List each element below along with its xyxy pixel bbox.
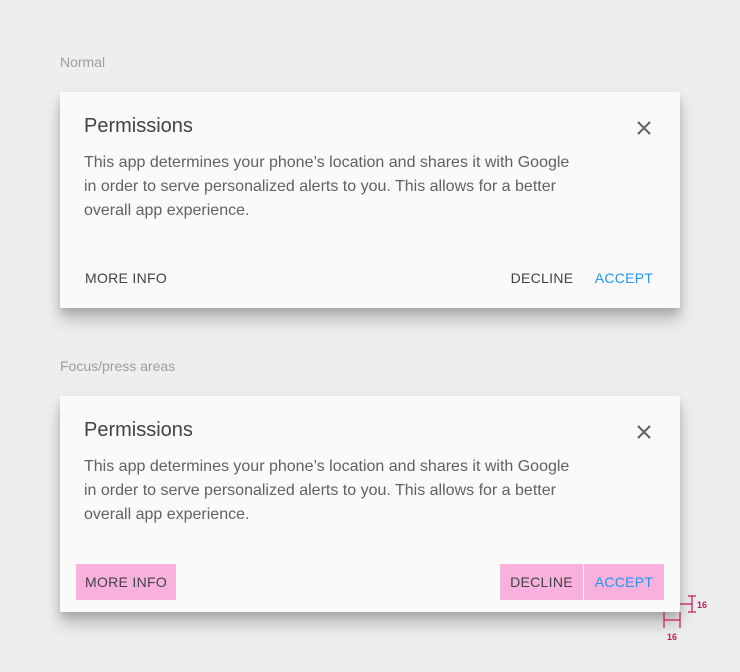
permissions-dialog-focus: Permissions This app determines your pho… [60,396,680,612]
decline-button-focus-area[interactable]: DECLINE [500,564,584,600]
close-button[interactable] [630,114,658,142]
dialog-title: Permissions [84,419,193,441]
dialog-body-text: This app determines your phone’s locatio… [84,154,570,219]
dialog-body-text: This app determines your phone’s locatio… [84,458,570,523]
more-info-button-focus-area[interactable]: MORE INFO [76,564,176,600]
spacing-label-right: 16 [697,600,708,610]
accept-button-focus-area[interactable]: ACCEPT [584,564,664,600]
spacing-measure-lines [663,595,696,628]
dialog-title: Permissions [84,115,193,137]
accept-button[interactable]: ACCEPT [584,260,664,296]
decline-button[interactable]: DECLINE [500,260,584,296]
permissions-dialog-normal: Permissions This app determines your pho… [60,92,680,308]
section-label-focus: Focus/press areas [60,358,176,374]
close-icon [637,121,651,135]
spacing-label-bottom: 16 [667,632,678,642]
more-info-button[interactable]: MORE INFO [76,260,176,296]
close-button[interactable] [630,418,658,446]
section-label-normal: Normal [60,54,106,70]
close-icon [637,425,651,439]
